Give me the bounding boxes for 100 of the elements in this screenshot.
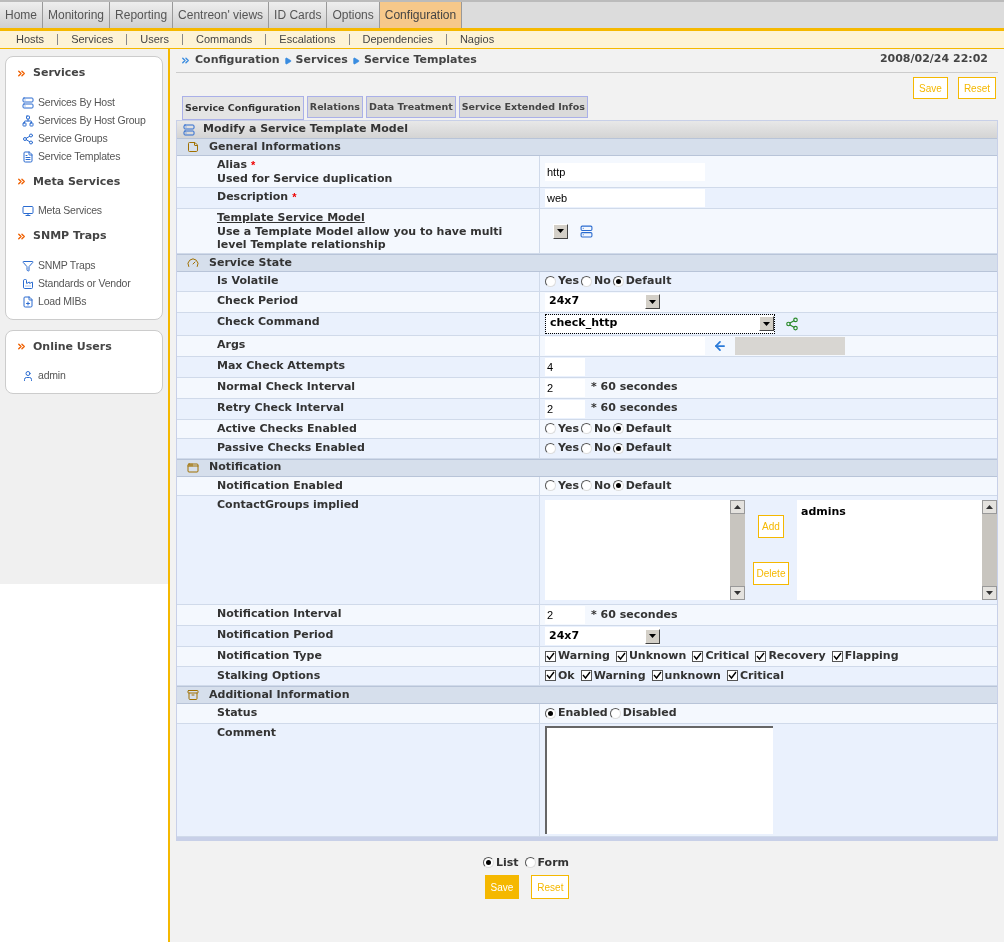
- radio-button[interactable]: [545, 423, 556, 435]
- subnav-link[interactable]: Commands: [196, 31, 253, 48]
- checkbox[interactable]: [651, 670, 663, 682]
- radio-button[interactable]: [545, 442, 556, 454]
- input-field[interactable]: 2: [545, 378, 585, 397]
- nav-tab[interactable]: Reporting: [110, 2, 174, 28]
- field-label: Alias: [217, 158, 248, 172]
- subnav-link[interactable]: Hosts: [16, 31, 45, 48]
- command-icon[interactable]: [785, 316, 799, 331]
- input-field[interactable]: 4: [545, 357, 585, 376]
- subnav-link[interactable]: Dependencies: [362, 31, 433, 48]
- input-field[interactable]: http: [545, 162, 705, 181]
- sidebar-item[interactable]: Meta Services: [16, 202, 152, 220]
- input-field[interactable]: web: [545, 189, 705, 207]
- subnav-link[interactable]: Nagios: [459, 31, 495, 48]
- select-field[interactable]: 24x7: [545, 292, 660, 311]
- checkbox-label: unknown: [664, 667, 721, 684]
- breadcrumb-link[interactable]: Configuration: [195, 52, 280, 69]
- radio-button[interactable]: [580, 480, 592, 492]
- nav-tab[interactable]: Home: [0, 2, 43, 28]
- sidebar-item[interactable]: Service Groups: [16, 129, 152, 148]
- sidebar-item[interactable]: admin: [16, 367, 152, 385]
- form-tab[interactable]: Service Extended Infos: [458, 96, 588, 118]
- radio-button[interactable]: [545, 707, 556, 719]
- sidebar-item[interactable]: Load MIBs: [16, 292, 152, 311]
- field-label: Check Command: [217, 314, 320, 329]
- nav-tab[interactable]: Options: [327, 2, 380, 28]
- checkbox[interactable]: [545, 670, 556, 682]
- radio-button[interactable]: [612, 275, 624, 287]
- scrollbar[interactable]: [730, 500, 745, 600]
- radio-button[interactable]: [482, 857, 494, 869]
- subnav-link[interactable]: Users: [140, 31, 170, 48]
- sidebar-item[interactable]: Services By Host: [16, 93, 152, 112]
- checkbox[interactable]: [692, 650, 704, 662]
- sidebar-item[interactable]: SNMP Traps: [16, 256, 152, 275]
- scroll-up-icon[interactable]: [986, 505, 993, 509]
- date-time: 2008/02/24 22:02: [879, 51, 988, 67]
- checkbox[interactable]: [580, 670, 592, 682]
- select-field[interactable]: 24x7: [545, 627, 660, 645]
- subnav-link[interactable]: Services: [71, 31, 114, 48]
- radio-label: Enabled: [558, 705, 608, 721]
- radio-button[interactable]: [580, 442, 592, 454]
- input-field[interactable]: [545, 336, 705, 355]
- sidebar-item[interactable]: Standards or Vendor: [16, 274, 152, 293]
- radio-label: Yes: [558, 273, 579, 289]
- input-field[interactable]: 2: [545, 606, 585, 624]
- radio-button[interactable]: [612, 480, 624, 492]
- nav-tab[interactable]: Monitoring: [43, 2, 111, 28]
- nav-tab[interactable]: Centreon' views: [173, 2, 270, 28]
- server-icon[interactable]: [580, 224, 593, 238]
- form-tab[interactable]: Relations: [306, 96, 364, 118]
- radio-button[interactable]: [524, 857, 536, 869]
- scroll-down-icon[interactable]: [986, 591, 993, 595]
- sidebar-heading: Online Users: [33, 338, 112, 355]
- input-field[interactable]: 2: [545, 399, 585, 418]
- checkbox[interactable]: [831, 650, 843, 662]
- select-field[interactable]: check_http: [546, 314, 774, 333]
- radio-button[interactable]: [612, 442, 624, 454]
- radio-button[interactable]: [612, 423, 624, 435]
- field-label[interactable]: Template Service Model: [217, 211, 365, 225]
- form-tab[interactable]: Data Treatment: [366, 96, 456, 118]
- scroll-up-icon[interactable]: [734, 505, 741, 509]
- breadcrumb-link[interactable]: Services: [295, 52, 348, 69]
- triangle-icon: [283, 56, 292, 65]
- radio-label: List: [495, 854, 519, 871]
- subnav-link[interactable]: Escalations: [279, 31, 336, 48]
- checkbox-label: Flapping: [844, 648, 899, 664]
- scroll-down-icon[interactable]: [734, 591, 741, 595]
- scrollbar[interactable]: [982, 500, 997, 600]
- nav-tab[interactable]: ID Cards: [269, 2, 328, 28]
- checkbox[interactable]: [615, 650, 627, 662]
- radio-label: Form: [537, 854, 570, 871]
- arrow-left-icon[interactable]: [713, 338, 727, 353]
- checkbox[interactable]: [755, 650, 767, 662]
- checkbox-label: Ok: [558, 667, 575, 684]
- radio-label: No: [593, 420, 611, 437]
- radio-label: Default: [625, 273, 672, 289]
- comment-field[interactable]: [545, 725, 773, 834]
- form-tab[interactable]: Service Configuration: [182, 96, 304, 120]
- sidebar-heading: Meta Services: [33, 173, 121, 190]
- field-label: Active Checks Enabled: [217, 421, 357, 436]
- breadcrumb-link[interactable]: Service Templates: [363, 52, 477, 69]
- list-item[interactable]: admins: [801, 504, 846, 521]
- radio-button[interactable]: [580, 423, 592, 435]
- field-label: Retry Check Interval: [217, 400, 345, 415]
- checkbox[interactable]: [545, 650, 556, 662]
- sidebar-item[interactable]: Service Templates: [16, 147, 152, 166]
- sidebar-item[interactable]: Services By Host Group: [16, 111, 152, 130]
- field-note: Use a Template Model allow you to have multi level Template relationship: [217, 225, 504, 251]
- radio-label: Yes: [558, 440, 579, 456]
- field-label: Args: [217, 337, 246, 352]
- radio-button[interactable]: [580, 275, 592, 287]
- list-box[interactable]: admins: [797, 500, 997, 600]
- field-label: Max Check Attempts: [217, 358, 345, 373]
- radio-button[interactable]: [609, 707, 621, 719]
- nav-tab[interactable]: Configuration: [379, 2, 463, 28]
- network-icon: [22, 114, 34, 127]
- radio-button[interactable]: [545, 480, 556, 492]
- checkbox[interactable]: [726, 670, 738, 682]
- radio-button[interactable]: [545, 275, 556, 287]
